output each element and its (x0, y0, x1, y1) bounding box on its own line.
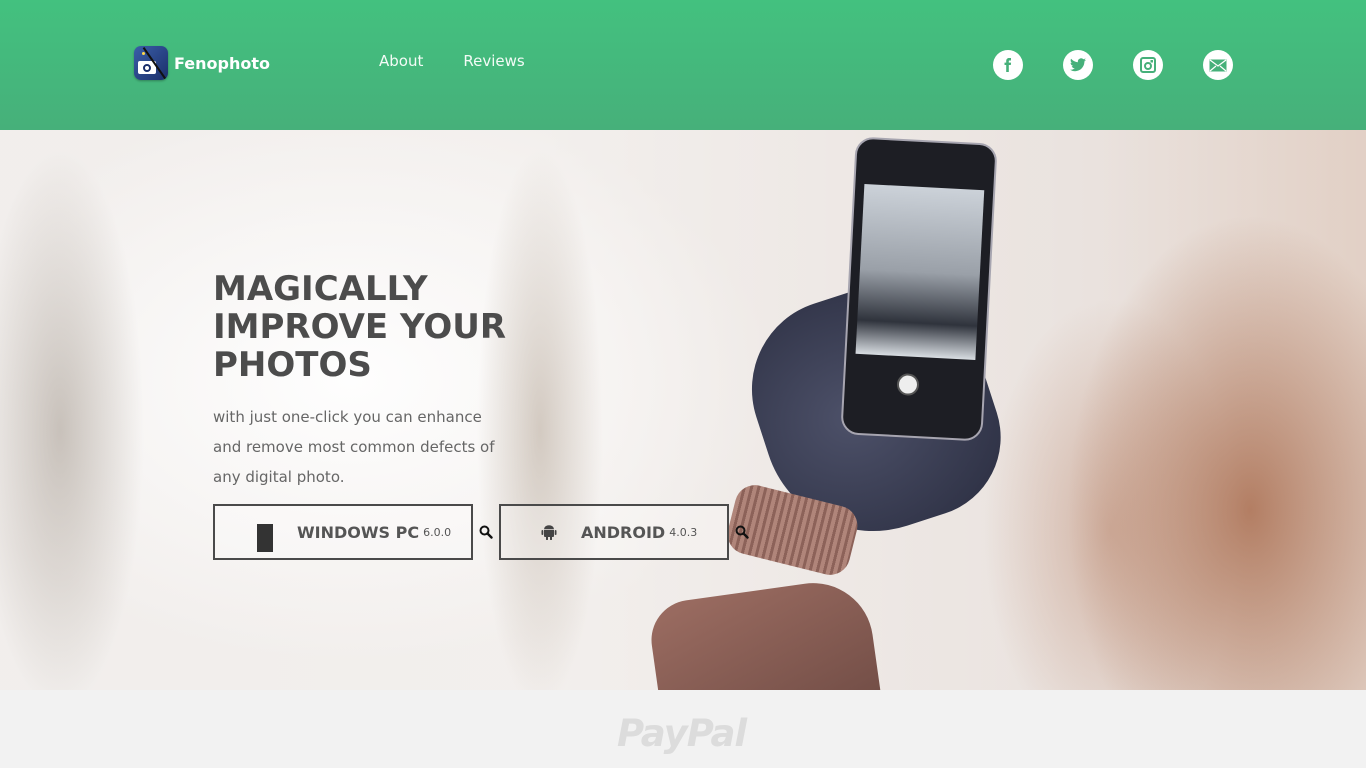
windows-icon (257, 524, 273, 552)
paypal-logo: PayPal (617, 712, 747, 755)
hero-subtitle: with just one-click you can enhance and … (213, 408, 495, 486)
download-buttons: WINDOWS PC 6.0.0 ANDROID 4.0.3 (213, 504, 755, 560)
windows-version: 6.0.0 (423, 525, 452, 539)
main-nav: About Reviews (379, 52, 525, 70)
android-version: 4.0.3 (669, 525, 698, 539)
facebook-icon[interactable] (993, 50, 1023, 80)
search-icon (735, 525, 749, 539)
hero-title: MAGICALLY IMPROVE YOUR PHOTOS (213, 269, 507, 385)
windows-label: WINDOWS PC (297, 522, 420, 542)
partners-band: PayPal (0, 690, 1366, 768)
android-label: ANDROID (581, 522, 666, 542)
instagram-icon[interactable] (1133, 50, 1163, 80)
hero-section: MAGICALLY IMPROVE YOUR PHOTOS with just … (0, 130, 1366, 690)
site-header: Fenophoto About Reviews (0, 0, 1366, 130)
hero-content: MAGICALLY IMPROVE YOUR PHOTOS with just … (213, 270, 613, 492)
search-icon (479, 525, 493, 539)
brand-logo[interactable]: Fenophoto (134, 46, 270, 80)
hero-photo-sleeve (646, 575, 884, 690)
brand-name: Fenophoto (174, 53, 270, 73)
download-android-button[interactable]: ANDROID 4.0.3 (499, 504, 729, 560)
hero-photo-phone (840, 136, 998, 442)
download-windows-button[interactable]: WINDOWS PC 6.0.0 (213, 504, 473, 560)
social-links (993, 50, 1233, 80)
twitter-icon[interactable] (1063, 50, 1093, 80)
email-icon[interactable] (1203, 50, 1233, 80)
android-icon (541, 524, 557, 541)
nav-reviews[interactable]: Reviews (463, 52, 524, 70)
android-search-link[interactable] (729, 504, 755, 560)
nav-about[interactable]: About (379, 52, 423, 70)
fenophoto-app-icon (134, 46, 168, 80)
windows-search-link[interactable] (473, 504, 499, 560)
